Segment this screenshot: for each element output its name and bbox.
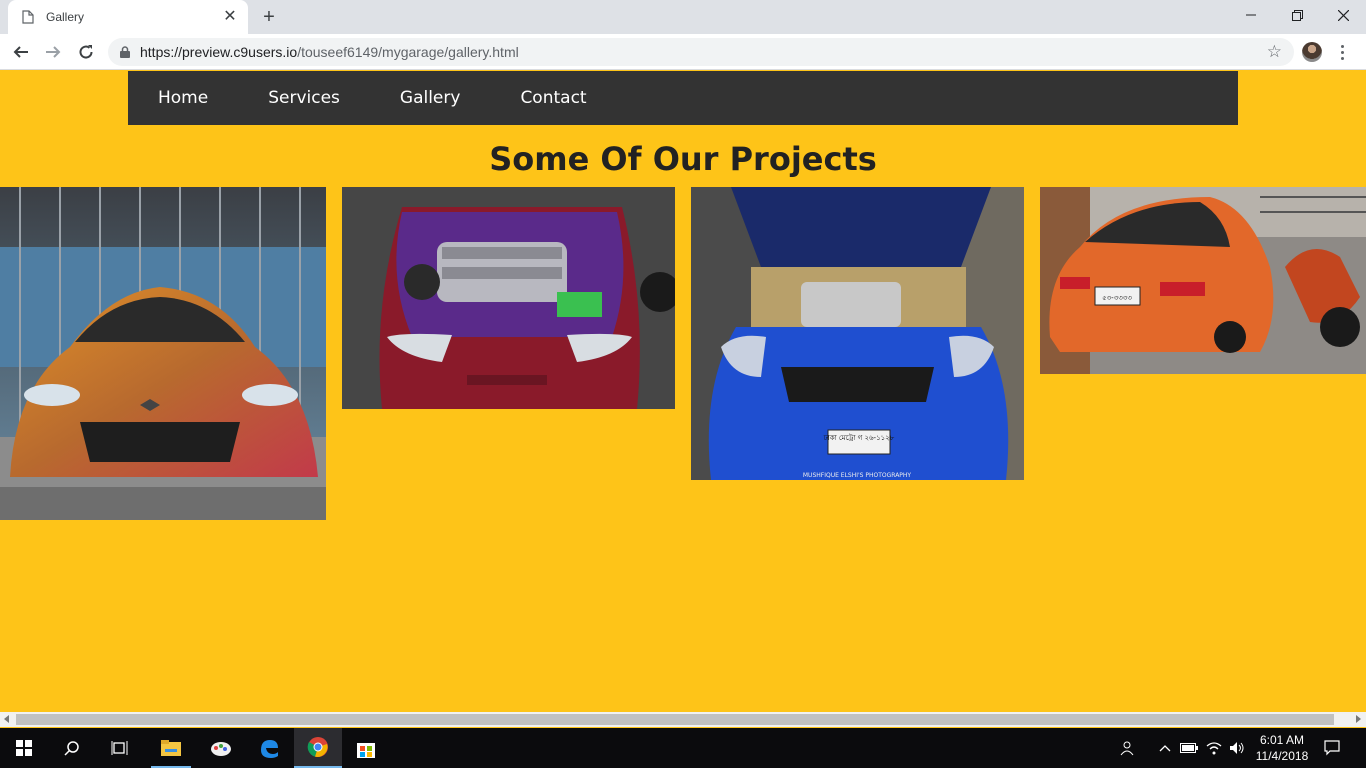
search-icon[interactable] [48,728,96,768]
system-clock[interactable]: 6:01 AM 11/4/2018 [1250,732,1314,764]
back-icon[interactable] [9,40,33,64]
close-window-icon[interactable] [1320,0,1366,30]
chevron-up-icon[interactable] [1155,738,1175,758]
scroll-thumb[interactable] [16,714,1334,725]
restore-icon[interactable] [1274,0,1320,30]
clock-time: 6:01 AM [1259,733,1305,747]
chrome-icon[interactable] [294,728,342,768]
battery-icon[interactable] [1179,738,1199,758]
forward-icon[interactable] [41,40,65,64]
lock-icon [120,46,130,58]
gallery-photo-blue-toyota[interactable]: ঢাকা মেট্রো গ ২৬-১১২৮ MUSHFIQUE ELSHI'S … [691,187,1024,480]
gallery-photo-engine-purple[interactable] [342,187,675,409]
paint-icon[interactable] [197,728,245,768]
address-bar[interactable]: https://preview.c9users.io/touseef6149/m… [108,38,1294,66]
store-icon[interactable] [342,728,390,768]
windows-start-icon[interactable] [0,728,48,768]
nav-services[interactable]: Services [268,88,340,108]
url-path: /touseef6149/mygarage/gallery.html [297,44,519,60]
close-tab-icon[interactable]: ✕ [222,9,238,25]
gallery-photo-mazda[interactable] [0,187,326,520]
horizontal-scrollbar[interactable] [0,712,1366,727]
plate-text-honda: ৫৩-৩৩৩৩ [1102,294,1132,302]
url-host: https://preview.c9users.io [140,44,298,60]
reload-icon[interactable] [74,40,98,64]
nav-gallery[interactable]: Gallery [400,88,461,108]
volume-icon[interactable] [1227,738,1247,758]
bookmark-star-icon[interactable]: ☆ [1267,43,1282,61]
nav-home[interactable]: Home [158,88,208,108]
minimize-icon[interactable] [1228,0,1274,30]
people-icon[interactable] [1118,738,1138,758]
site-navbar: Home Services Gallery Contact [128,71,1238,125]
tab-title: Gallery [46,10,85,24]
clock-date: 11/4/2018 [1255,749,1309,763]
photo-credit: MUSHFIQUE ELSHI'S PHOTOGRAPHY [803,472,912,479]
task-view-icon[interactable] [96,728,144,768]
windows-taskbar: 6:01 AM 11/4/2018 [0,728,1366,768]
profile-avatar[interactable] [1302,42,1322,62]
gallery-photo-orange-honda[interactable]: ৫৩-৩৩৩৩ [1040,187,1366,374]
browser-tab[interactable]: Gallery ✕ [8,0,248,34]
scroll-right-icon[interactable] [1356,715,1361,723]
nav-contact[interactable]: Contact [520,88,586,108]
plate-text: ঢাকা মেট্রো গ ২৬-১১২৮ [823,433,895,442]
browser-menu-icon[interactable] [1336,41,1348,63]
scroll-left-icon[interactable] [4,715,9,723]
document-icon [22,10,34,24]
browser-toolbar: https://preview.c9users.io/touseef6149/m… [0,34,1366,70]
notifications-icon[interactable] [1322,738,1342,758]
tab-strip: Gallery ✕ + [0,0,1366,34]
page-heading: Some Of Our Projects [489,140,877,178]
wifi-icon[interactable] [1204,738,1224,758]
file-explorer-icon[interactable] [147,728,195,768]
edge-icon[interactable] [245,728,293,768]
new-tab-button[interactable]: + [258,6,280,28]
